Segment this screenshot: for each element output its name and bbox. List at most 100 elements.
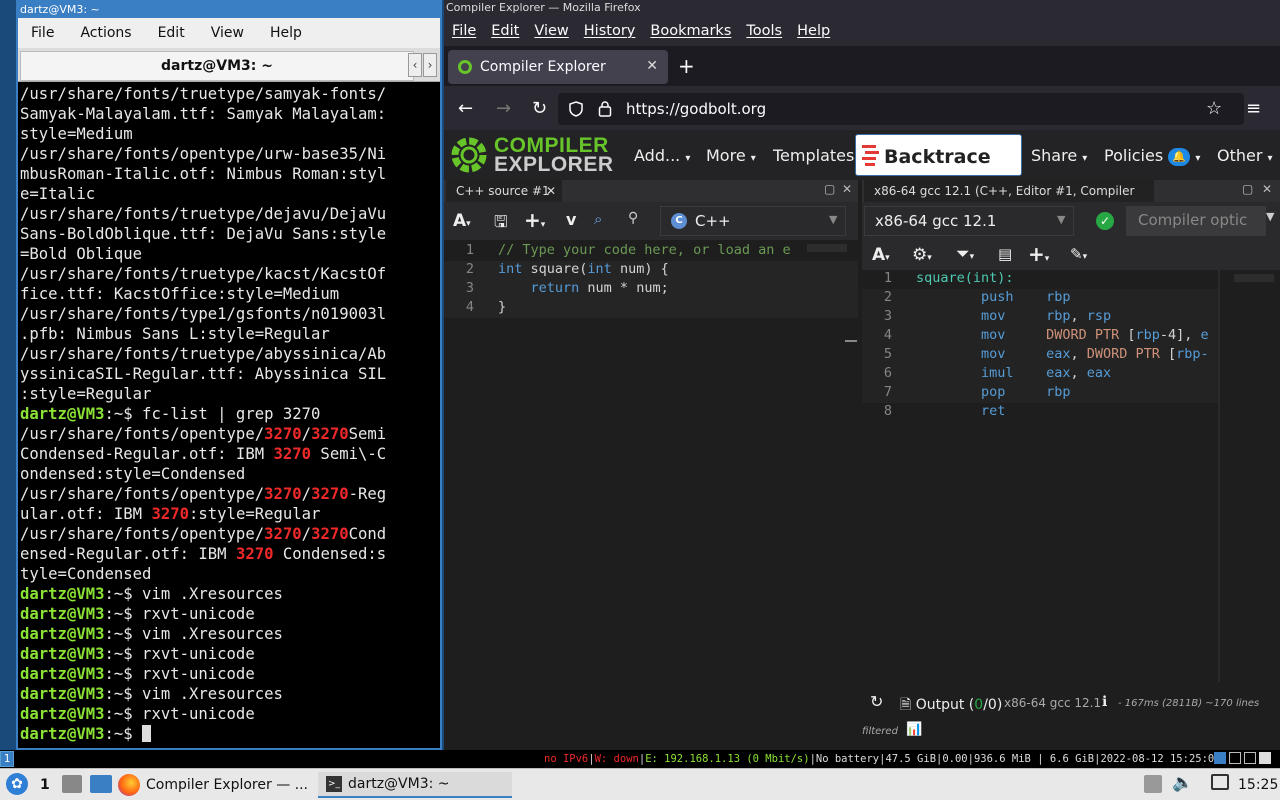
ff-menu-help[interactable]: Help — [789, 23, 837, 39]
terminal-menu-view[interactable]: View — [198, 25, 257, 41]
lock-icon[interactable] — [598, 100, 612, 117]
bookmark-star-icon[interactable]: ☆ — [1206, 98, 1222, 119]
save-icon[interactable]: 🖫 — [494, 211, 508, 238]
task-terminal[interactable]: >_ dartz@VM3: ~ — [318, 772, 512, 798]
terminal-output[interactable]: /usr/share/fonts/truetype/samyak-fonts/S… — [20, 84, 440, 748]
terminal-line: /usr/share/fonts/truetype/abyssinica/Ab — [20, 344, 440, 364]
desktop-number[interactable]: 1 — [40, 772, 50, 798]
info-icon[interactable]: ℹ — [1102, 694, 1107, 710]
compiler-tab[interactable]: x86-64 gcc 12.1 (C++, Editor #1, Compile… — [864, 180, 1154, 220]
firefox-window[interactable]: Compiler Explorer — Mozilla Firefox File… — [444, 0, 1280, 750]
other-menu[interactable]: Other ▾ — [1217, 146, 1273, 165]
show-desktop-icon[interactable] — [90, 775, 112, 793]
tab-scroll-right-icon[interactable]: › — [423, 53, 437, 77]
minimap[interactable] — [1234, 274, 1274, 282]
text-token: -Reg — [348, 485, 387, 503]
gear-icon[interactable]: ⚙▾ — [912, 245, 932, 265]
text-token: num * num; — [579, 280, 669, 296]
tab-scroll-left-icon[interactable]: ‹ — [408, 53, 422, 77]
search-icon[interactable]: ⌕ — [594, 210, 602, 228]
minimap[interactable] — [807, 244, 847, 252]
new-tab-plus-icon[interactable]: + — [678, 54, 695, 78]
terminal-tab[interactable]: dartz@VM3: ~ — [20, 51, 414, 81]
text-token: Semi\-C — [311, 445, 387, 463]
terminal-menu-file[interactable]: File — [18, 25, 67, 41]
gear-logo-icon — [451, 137, 487, 173]
workspace-button[interactable]: 1 — [0, 751, 14, 767]
notification-icon[interactable] — [1211, 774, 1229, 790]
ff-menu-edit[interactable]: Edit — [483, 23, 526, 39]
clock[interactable]: 15:25 — [1238, 772, 1278, 798]
scrollbar[interactable] — [1218, 270, 1220, 682]
add-menu[interactable]: Add... ▾ — [634, 146, 690, 165]
terminal-menu-help[interactable]: Help — [257, 25, 315, 41]
back-arrow-icon[interactable]: ← — [458, 98, 473, 119]
policies-menu[interactable]: Policies 🔔 ▾ — [1104, 146, 1200, 166]
vim-icon[interactable]: v — [566, 210, 576, 229]
pin-icon[interactable]: ⚲ — [628, 210, 638, 226]
output-button[interactable]: 🗎 Output (0/0) — [900, 694, 1002, 718]
tray-window-icon[interactable] — [1229, 752, 1241, 764]
start-menu-icon[interactable]: ✿ — [6, 773, 28, 795]
firefox-title-bar[interactable]: Compiler Explorer — Mozilla Firefox — [444, 0, 1280, 16]
source-editor[interactable]: 1 // Type your code here, or load an e 2 in… — [444, 240, 858, 750]
recompile-icon[interactable]: ↻ — [870, 692, 883, 711]
forward-arrow-icon[interactable]: → — [496, 98, 511, 119]
add-tool-plus-icon[interactable]: +▾ — [1028, 242, 1049, 266]
language-select[interactable]: C C++ ▼ — [660, 206, 846, 236]
clipboard-icon[interactable] — [1144, 775, 1162, 793]
close-icon[interactable]: ✕ — [546, 180, 556, 202]
ff-menu-file[interactable]: File — [444, 23, 483, 39]
terminal-menu-actions[interactable]: Actions — [67, 25, 144, 41]
chevron-down-icon[interactable]: ▼ — [1266, 210, 1274, 223]
source-tab[interactable]: C++ source #1 ✕ — [446, 180, 562, 202]
ff-menu-view[interactable]: View — [526, 23, 575, 39]
templates-link[interactable]: Templates — [773, 146, 854, 165]
share-menu[interactable]: Share ▾ — [1031, 146, 1087, 165]
url-bar[interactable]: https://godbolt.org — [558, 93, 1244, 125]
close-icon[interactable]: ✕ — [646, 58, 658, 74]
terminal-title-bar[interactable]: dartz@VM3: ~ — [18, 2, 440, 18]
compiler-explorer-favicon-icon — [458, 60, 472, 74]
compile-status-ok-icon[interactable]: ✓ — [1096, 212, 1114, 230]
terminal-window[interactable]: dartz@VM3: ~ File Actions Edit View Help… — [16, 0, 442, 750]
maximize-icon[interactable]: ▢ — [824, 182, 835, 196]
font-size-icon[interactable]: A▾ — [453, 211, 471, 231]
libraries-book-icon[interactable]: ▤ — [998, 245, 1012, 263]
compiler-select[interactable]: x86-64 gcc 12.1 ▼ — [864, 206, 1074, 236]
terminal-line: /usr/share/fonts/truetype/kacst/KacstOf — [20, 264, 440, 284]
caret-down-icon: ▾ — [685, 153, 691, 164]
text-token: num) { — [611, 261, 669, 277]
filter-icon[interactable]: ⏷▾ — [956, 244, 974, 264]
brush-icon[interactable]: ✎▾ — [1070, 245, 1087, 263]
ff-menu-bookmarks[interactable]: Bookmarks — [642, 23, 738, 39]
maximize-icon[interactable]: ▢ — [1242, 182, 1253, 196]
tray-window-icon[interactable] — [1214, 752, 1226, 764]
close-pane-icon[interactable]: ✕ — [1262, 182, 1272, 196]
font-size-icon[interactable]: A▾ — [872, 245, 890, 265]
bar-chart-icon[interactable]: 📊 — [906, 722, 922, 737]
sponsor-backtrace[interactable]: Backtrace — [855, 134, 1022, 176]
hamburger-menu-icon[interactable]: ≡ — [1246, 98, 1261, 119]
volume-icon[interactable]: 🔈 — [1172, 773, 1193, 793]
source-line: 1 // Type your code here, or load an e — [444, 242, 858, 261]
firefox-icon — [118, 774, 140, 796]
ff-menu-tools[interactable]: Tools — [738, 23, 789, 39]
assembly-output[interactable]: 1 square(int): 2 push rbp 3 mov rbp, rsp 4 m… — [862, 270, 1280, 682]
more-menu[interactable]: More ▾ — [706, 146, 756, 165]
close-pane-icon[interactable]: ✕ — [842, 182, 852, 196]
ce-logo[interactable]: COMPILER EXPLORER — [448, 133, 618, 177]
shield-icon[interactable] — [568, 101, 584, 117]
file-manager-icon[interactable] — [62, 775, 82, 793]
compiler-options-input[interactable]: Compiler optic — [1126, 206, 1266, 236]
terminal-menu-edit[interactable]: Edit — [145, 25, 198, 41]
tray-window-icon[interactable] — [1244, 752, 1256, 764]
text-token-rd: 3270 — [311, 525, 349, 543]
ff-menu-history[interactable]: History — [576, 23, 643, 39]
tray-window-icon[interactable] — [1259, 752, 1271, 764]
browser-tab[interactable]: Compiler Explorer ✕ — [448, 50, 668, 84]
reload-icon[interactable]: ↻ — [532, 98, 547, 119]
task-firefox[interactable]: Compiler Explorer — ... — [118, 772, 310, 798]
add-plus-icon[interactable]: +▾ — [524, 208, 545, 232]
scrollbar[interactable] — [845, 340, 857, 342]
